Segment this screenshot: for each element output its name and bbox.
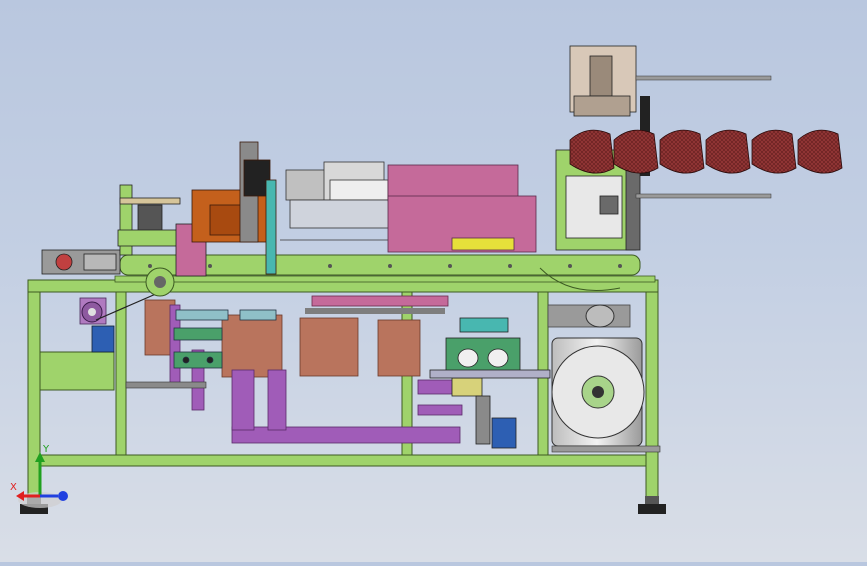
leveling-feet (20, 496, 666, 514)
mask (659, 129, 705, 174)
machine-drawing (20, 45, 843, 514)
finished-masks (569, 129, 843, 174)
cad-viewport[interactable]: Y X (0, 0, 867, 562)
mask (705, 129, 751, 174)
mask (569, 129, 615, 174)
gray-rail (305, 308, 445, 314)
z-axis-dot (58, 491, 68, 501)
pink-main-block (387, 164, 537, 253)
mask (751, 129, 797, 174)
x-axis-label: X (10, 482, 17, 493)
mask (797, 129, 843, 174)
mask-output-rails (635, 75, 772, 199)
coordinate-triad: Y X (10, 444, 68, 508)
pink-rail (311, 295, 449, 307)
y-axis-label: Y (42, 444, 50, 455)
mask (613, 129, 659, 174)
main-drive-motor (547, 304, 661, 453)
